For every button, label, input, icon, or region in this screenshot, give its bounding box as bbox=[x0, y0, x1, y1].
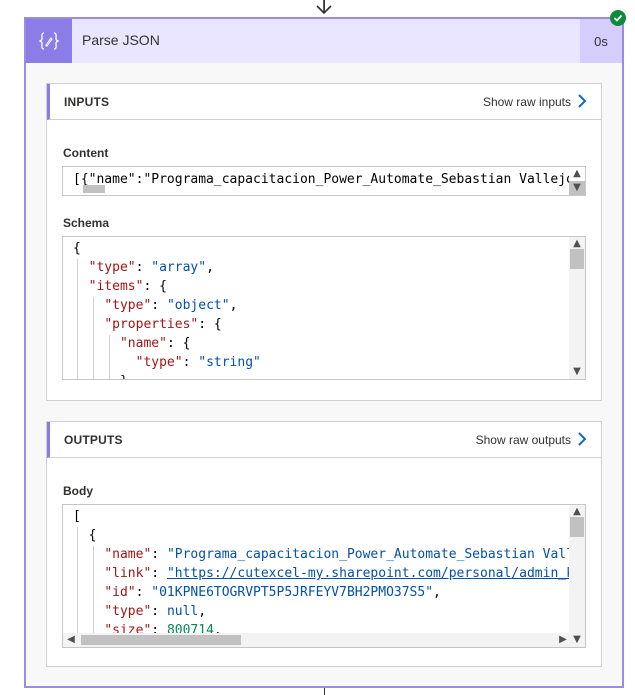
code-line: "name": "Programa_capacitacion_Power_Aut… bbox=[104, 547, 586, 562]
scroll-down-icon[interactable]: ▼ bbox=[569, 633, 585, 647]
schema-label: Schema bbox=[63, 216, 110, 230]
code-line: "properties": { bbox=[104, 317, 222, 332]
scroll-up-icon[interactable]: ▲ bbox=[569, 167, 585, 181]
body-hscroll[interactable]: ◀ ▶ bbox=[63, 633, 571, 647]
code-line: "id": "01KPNE6TOGRVPT5P5JRFEYV7BH2PMO37S… bbox=[104, 585, 441, 600]
code-line: [ bbox=[73, 509, 81, 524]
content-vscroll[interactable]: ▲ ▼ bbox=[569, 167, 585, 195]
body-label: Body bbox=[63, 484, 93, 498]
schema-vscroll-thumb[interactable] bbox=[570, 249, 584, 269]
braces-curly-icon bbox=[26, 19, 72, 63]
code-line: { bbox=[88, 528, 97, 543]
chevron-right-icon[interactable] bbox=[575, 431, 589, 447]
code-line: }, bbox=[73, 372, 136, 379]
card-title: Parse JSON bbox=[82, 32, 160, 48]
body-hscroll-thumb[interactable] bbox=[81, 635, 241, 645]
content-hscroll-thumb[interactable] bbox=[83, 185, 105, 193]
code-line: "type": null, bbox=[104, 604, 207, 619]
scroll-down-icon[interactable]: ▼ bbox=[569, 181, 585, 195]
connector-line-bottom bbox=[324, 688, 325, 695]
chevron-right-icon[interactable] bbox=[575, 93, 589, 109]
inputs-title: INPUTS bbox=[64, 95, 110, 109]
inputs-section-header: INPUTS Show raw inputs bbox=[47, 84, 601, 120]
code-line: { bbox=[73, 241, 81, 256]
outputs-title: OUTPUTS bbox=[64, 433, 123, 447]
card-header[interactable]: Parse JSON 0s bbox=[26, 19, 622, 63]
arrow-down-icon bbox=[316, 0, 332, 15]
code-line: "link": "https://cutexcel-my.sharepoint.… bbox=[104, 566, 586, 581]
content-label: Content bbox=[63, 146, 109, 160]
schema-vscroll[interactable]: ▲ ▼ bbox=[569, 237, 585, 379]
parse-json-action-card: Parse JSON 0s INPUTS Show raw inputs Con… bbox=[24, 17, 624, 688]
body-viewer[interactable]: [ { "name": "Programa_capacitacion_Power… bbox=[62, 504, 586, 648]
code-line: "type": "string" bbox=[135, 355, 261, 370]
show-raw-outputs-link[interactable]: Show raw outputs bbox=[476, 433, 571, 447]
code-line: "items": { bbox=[88, 279, 167, 294]
scroll-left-icon[interactable]: ◀ bbox=[63, 633, 79, 647]
body-vscroll[interactable]: ▲ ▼ bbox=[569, 505, 585, 647]
show-raw-inputs-link[interactable]: Show raw inputs bbox=[483, 95, 571, 109]
code-line: "name": { bbox=[119, 336, 191, 351]
outputs-section-header: OUTPUTS Show raw outputs bbox=[47, 422, 601, 458]
schema-editor[interactable]: { "type": "array", "items": { "type": "o… bbox=[62, 236, 586, 380]
body-vscroll-thumb[interactable] bbox=[570, 517, 584, 537]
inputs-section: INPUTS Show raw inputs Content [{"name":… bbox=[46, 83, 602, 401]
scroll-right-icon[interactable]: ▶ bbox=[555, 633, 571, 647]
code-line: "type": "object", bbox=[104, 298, 238, 313]
content-field[interactable]: [{"name":"Programa_capacitacion_Power_Au… bbox=[62, 166, 586, 196]
code-line: "type": "array", bbox=[88, 260, 214, 275]
content-value: [{"name":"Programa_capacitacion_Power_Au… bbox=[73, 172, 582, 187]
success-check-icon bbox=[610, 10, 626, 26]
outputs-section: OUTPUTS Show raw outputs Body [ { "name"… bbox=[46, 421, 602, 667]
scroll-down-icon[interactable]: ▼ bbox=[569, 365, 585, 379]
